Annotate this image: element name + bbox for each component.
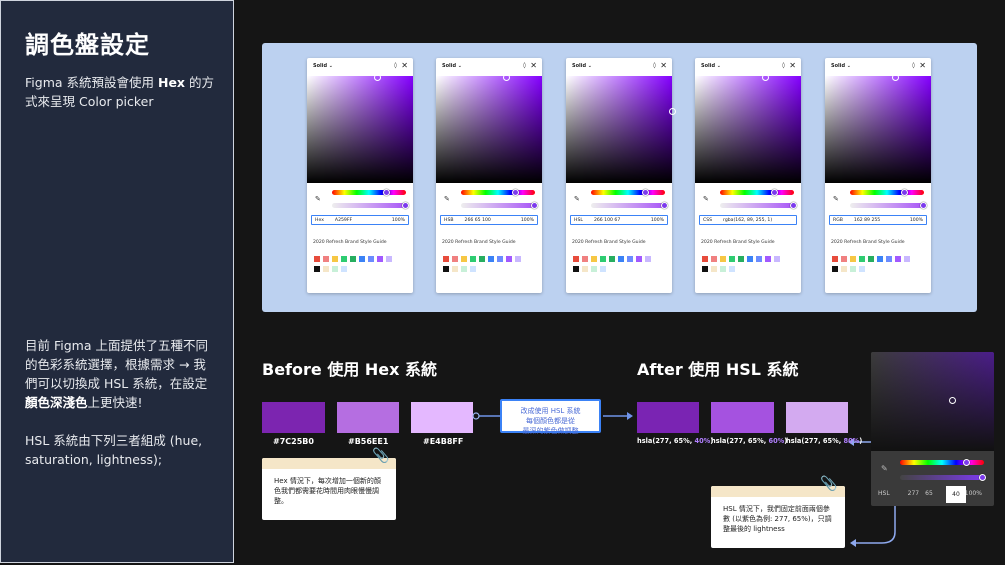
callout-line-1: 改成使用 HSL 系統 <box>520 407 581 415</box>
hsl-field[interactable]: HSL 277 65 100% <box>878 490 982 497</box>
hue-knob[interactable] <box>963 459 970 466</box>
after-label-1: hsla(277, 65%, 40%) <box>637 437 714 445</box>
after-title: After 使用 HSL 系統 <box>637 360 799 379</box>
after-label-2: hsla(277, 65%, 60%) <box>711 437 788 445</box>
after-label-3: hsla(277, 65%, 80%) <box>786 437 863 445</box>
connector-lines <box>472 412 911 547</box>
callout-line-3: 最深的紫色做調整 <box>522 427 579 435</box>
after-swatch-1 <box>637 402 699 433</box>
lightness-input[interactable]: 40 <box>946 486 966 503</box>
hsl-callout: 改成使用 HSL 系統 每個顏色都是從 最深的紫色做調整 <box>500 399 601 435</box>
paperclip-icon: 📎 <box>820 476 838 492</box>
after-note-text: HSL 情況下，我們固定前面兩個參數 (以紫色為例: 277, 65%)，只調整… <box>723 505 832 533</box>
after-swatch-3 <box>786 402 848 433</box>
picker-handle[interactable] <box>949 397 956 404</box>
eyedropper-icon[interactable]: ✎ <box>881 464 888 473</box>
after-note: HSL 情況下，我們固定前面兩個參數 (以紫色為例: 277, 65%)，只調整… <box>711 486 845 548</box>
alpha-knob[interactable] <box>979 474 986 481</box>
hsl-picker-preview: ✎ HSL 277 65 100% 40 <box>871 352 994 506</box>
callout-line-2: 每個顏色都是從 <box>526 417 575 425</box>
after-swatch-2 <box>711 402 774 433</box>
